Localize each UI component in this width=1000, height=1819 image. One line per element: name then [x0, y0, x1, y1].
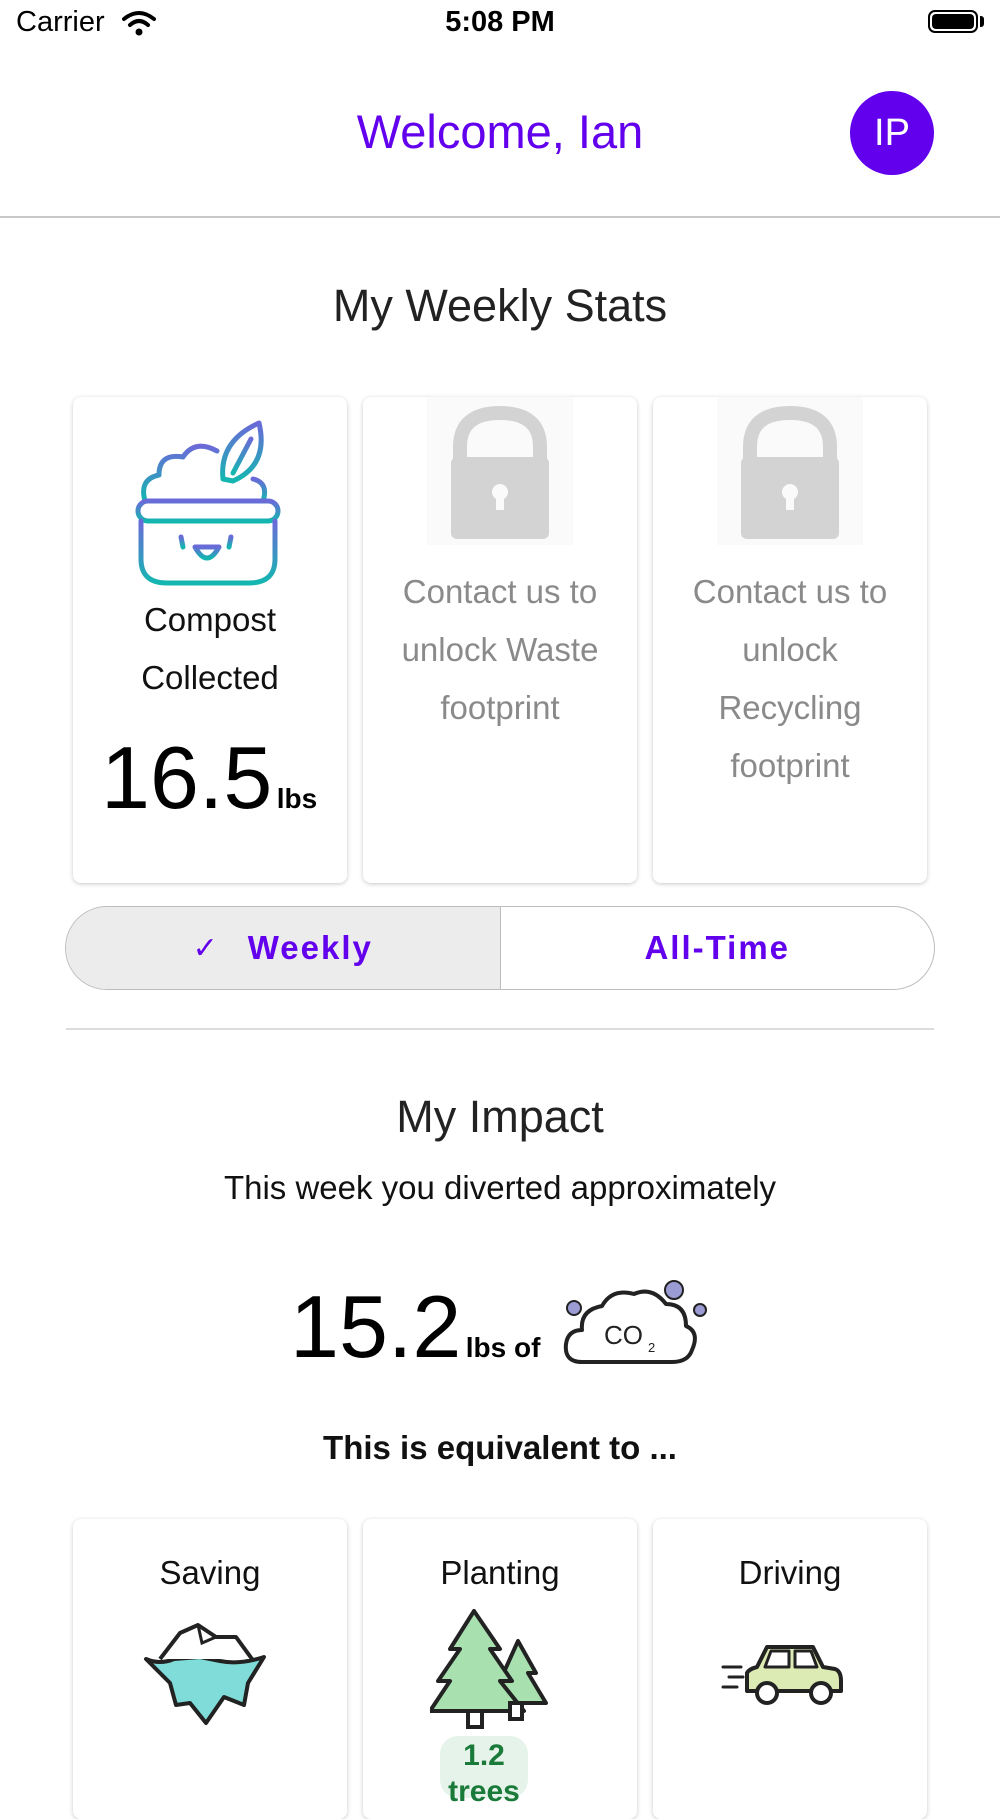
waste-locked-card[interactable]: Contact us to unlock Waste footprint	[363, 397, 637, 883]
header-divider	[0, 216, 1000, 218]
impact-value-row: 15.2 lbs of	[290, 1276, 540, 1378]
compost-icon	[135, 420, 281, 586]
lock-icon	[717, 397, 863, 545]
battery-tip	[980, 16, 984, 27]
compost-unit: lbs	[276, 783, 318, 814]
avatar[interactable]: IP	[850, 91, 934, 175]
lock-icon	[427, 397, 573, 545]
period-toggle: ✓ Weekly All-Time	[65, 906, 935, 990]
trees-unit: trees	[448, 1775, 520, 1808]
impact-title: My Impact	[396, 1091, 604, 1142]
co2-cloud-icon: CO 2	[563, 1280, 707, 1364]
alltime-segment[interactable]: All-Time	[501, 907, 935, 989]
iceberg-icon	[144, 1623, 266, 1725]
waste-locked-line2: unlock Waste	[401, 631, 599, 668]
waste-locked-line1: Contact us to	[402, 573, 598, 610]
car-icon	[721, 1645, 843, 1705]
weekly-stats-title: My Weekly Stats	[332, 280, 668, 331]
alltime-segment-label: All-Time	[644, 929, 791, 966]
recycling-locked-line2: unlock	[742, 631, 838, 668]
waste-locked-line3: footprint	[440, 689, 560, 726]
recycling-locked-line1: Contact us to	[692, 573, 888, 610]
recycling-locked-line4: footprint	[730, 747, 850, 784]
impact-value: 15.2	[290, 1277, 462, 1376]
compost-label-line2: Collected	[141, 659, 279, 696]
equivalent-heading: This is equivalent to ...	[323, 1429, 677, 1466]
weekly-segment[interactable]: ✓ Weekly	[66, 907, 501, 989]
check-icon: ✓	[192, 931, 220, 965]
status-time: 5:08 PM	[445, 6, 555, 38]
trees-icon	[430, 1609, 548, 1729]
driving-label: Driving	[738, 1554, 842, 1591]
impact-unit: lbs of	[465, 1332, 541, 1363]
weekly-segment-label: Weekly	[247, 929, 373, 966]
driving-card: Driving	[653, 1519, 927, 1819]
co2-label: CO	[604, 1320, 643, 1350]
saving-card: Saving	[73, 1519, 347, 1819]
compost-value: 16.5	[101, 728, 273, 827]
recycling-locked-line3: Recycling	[718, 689, 862, 726]
planting-label: Planting	[440, 1554, 560, 1591]
co2-sub: 2	[648, 1340, 655, 1355]
compost-label-line1: Compost	[143, 601, 277, 638]
saving-label: Saving	[159, 1554, 261, 1591]
trees-value: 1.2	[463, 1739, 505, 1772]
compost-card[interactable]: Compost Collected 16.5 lbs	[73, 397, 347, 883]
battery-icon	[928, 10, 978, 33]
section-divider	[66, 1028, 934, 1030]
recycling-locked-card[interactable]: Contact us to unlock Recycling footprint	[653, 397, 927, 883]
trees-value-badge: 1.2 trees	[440, 1736, 528, 1808]
impact-subtitle: This week you diverted approximately	[223, 1169, 777, 1206]
